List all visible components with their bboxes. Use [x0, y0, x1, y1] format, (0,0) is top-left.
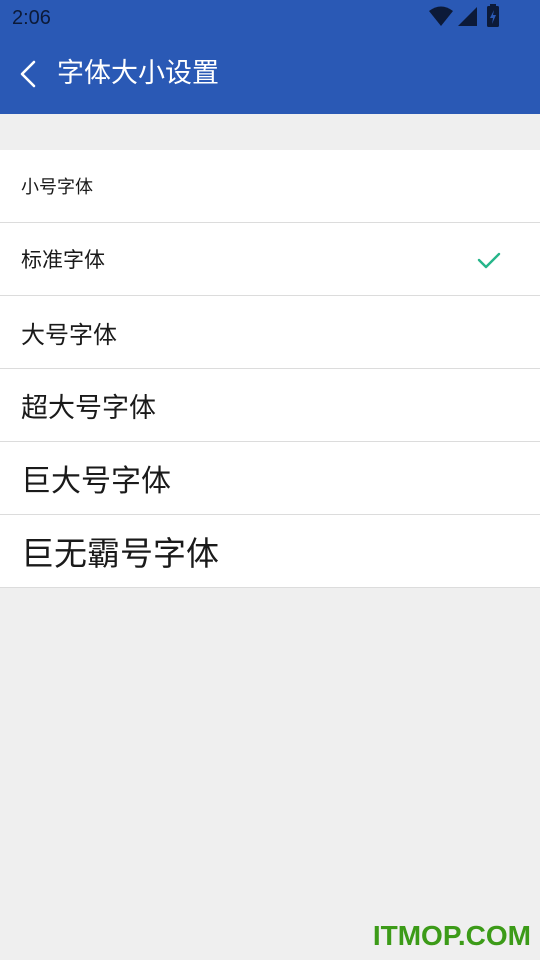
- font-option-label: 巨无霸号字体: [21, 534, 219, 573]
- back-button[interactable]: [6, 54, 50, 98]
- watermark-text: ITMOP.COM: [372, 920, 531, 951]
- font-size-list: 小号字体 标准字体 大号字体 超大号字体 巨大号字体 巨无霸号字体: [0, 150, 540, 588]
- font-option-label: 大号字体: [21, 320, 117, 349]
- font-option-small[interactable]: 小号字体: [0, 150, 540, 223]
- font-option-huge[interactable]: 巨大号字体: [0, 442, 540, 515]
- cellular-signal-icon: [456, 5, 478, 31]
- status-bar: 2:06: [0, 0, 540, 36]
- status-time: 2:06: [12, 7, 51, 29]
- font-option-label: 超大号字体: [21, 392, 156, 424]
- chevron-left-icon: [17, 59, 39, 93]
- app-bar: 字体大小设置: [0, 36, 540, 114]
- status-icons: [428, 4, 500, 32]
- checkmark-icon: [476, 247, 502, 273]
- font-option-label: 标准字体: [21, 248, 105, 272]
- font-option-label: 小号字体: [21, 177, 93, 198]
- font-option-large[interactable]: 大号字体: [0, 296, 540, 369]
- battery-charging-icon: [486, 4, 500, 32]
- font-option-jumbo[interactable]: 巨无霸号字体: [0, 515, 540, 588]
- font-option-extra-large[interactable]: 超大号字体: [0, 369, 540, 442]
- page-title: 字体大小设置: [57, 58, 219, 89]
- font-option-standard[interactable]: 标准字体: [0, 223, 540, 296]
- wifi-icon: [428, 5, 454, 31]
- font-option-label: 巨大号字体: [21, 464, 171, 499]
